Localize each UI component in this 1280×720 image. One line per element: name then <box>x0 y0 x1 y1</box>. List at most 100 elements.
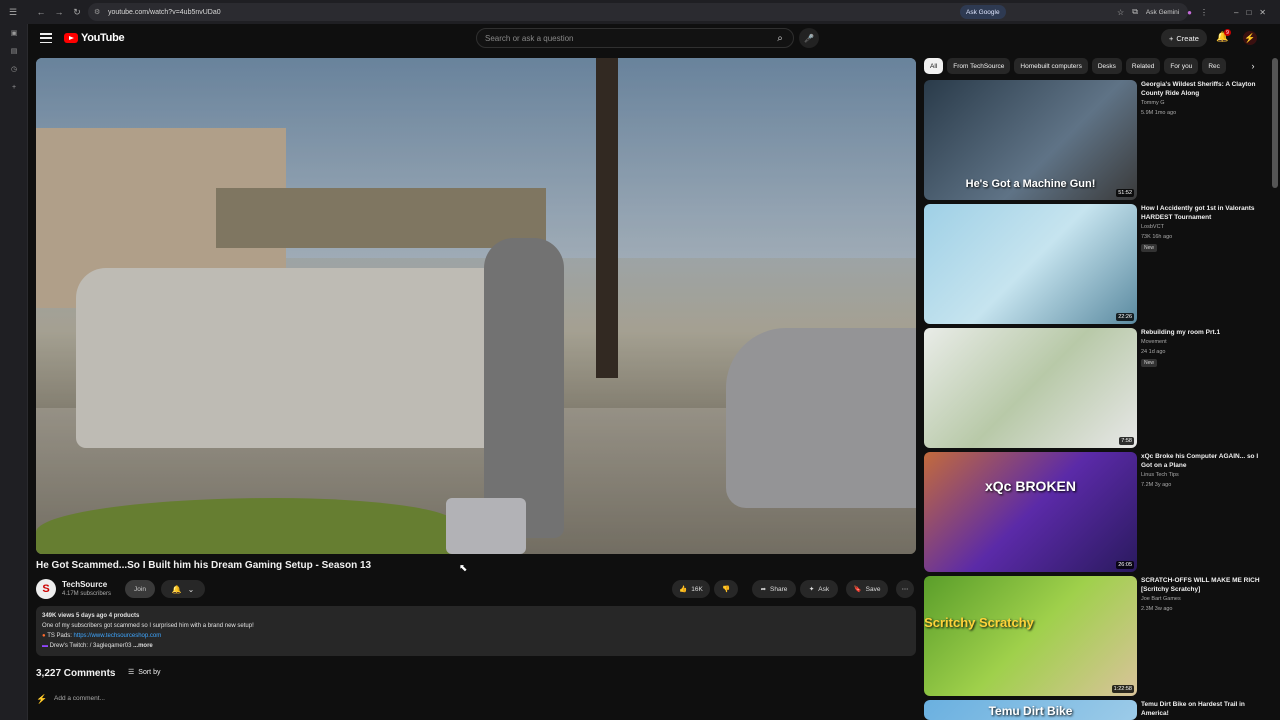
chevron-right-icon[interactable]: › <box>1246 58 1260 74</box>
recommendation-channel[interactable]: Movement <box>1141 339 1167 345</box>
ask-gemini-button[interactable]: Ask Gemini <box>1146 9 1179 16</box>
recommendation-channel[interactable]: LosbVCT <box>1141 224 1164 230</box>
channel-avatar[interactable]: S <box>36 579 56 599</box>
add-comment-input[interactable]: Add a comment... <box>54 695 105 702</box>
ask-label: Ask <box>818 585 830 593</box>
video-thumbnail[interactable]: xQc BROKEN 26:05 <box>924 452 1137 572</box>
sparkle-icon: ✦ <box>808 586 815 593</box>
thumbnail-text: He's Got a Machine Gun! <box>965 178 1096 190</box>
share-label: Share <box>770 585 788 593</box>
tab-icon[interactable]: ▣ <box>0 24 28 42</box>
forward-icon[interactable]: → <box>50 0 68 24</box>
video-thumbnail[interactable]: He's Got a Machine Gun! 51:52 <box>924 80 1137 200</box>
extensions-icon[interactable]: ⧉ <box>1132 7 1138 17</box>
account-avatar[interactable]: ⚡ <box>1243 31 1257 45</box>
close-window-icon[interactable]: ✕ <box>1259 8 1266 17</box>
recommendation-title[interactable]: Rebuilding my room Prt.1 <box>1141 328 1261 337</box>
recommendation-title[interactable]: How I Accidently got 1st in Valorants HA… <box>1141 204 1261 222</box>
join-button[interactable]: Join <box>125 580 155 598</box>
duration-badge: 51:52 <box>1116 189 1134 197</box>
back-icon[interactable]: ← <box>32 0 50 24</box>
recommendation-title[interactable]: Temu Dirt Bike on Hardest Trail in Ameri… <box>1141 700 1261 718</box>
scrollbar[interactable] <box>1272 58 1278 188</box>
youtube-page: YouTube Search or ask a question ⌕ 🎤 + C… <box>28 24 1280 720</box>
recommendation-item[interactable]: xQc BROKEN 26:05 xQc Broke his Computer … <box>924 452 1264 572</box>
profile-icon[interactable]: ● <box>1187 8 1192 17</box>
masthead: YouTube Search or ask a question ⌕ 🎤 + C… <box>28 24 1280 54</box>
site-info-icon[interactable]: ⚙ <box>94 8 104 16</box>
youtube-logo[interactable]: YouTube <box>64 32 125 44</box>
ask-button[interactable]: ✦ Ask <box>800 580 838 598</box>
search-icon[interactable]: ⌕ <box>766 28 794 48</box>
bell-icon: 🔔 <box>171 584 182 594</box>
address-bar[interactable]: ⚙ youtube.com/watch?v=4ub5nvUDa0 <box>88 3 1188 21</box>
browser-menu-icon[interactable]: ⋮ <box>1200 8 1208 17</box>
sort-label: Sort by <box>138 668 161 676</box>
thumbs-down-icon: 👎 <box>721 586 731 593</box>
twitch-text: Drew's Twitch: / 3agleqamer03 <box>49 643 132 649</box>
history-icon[interactable]: ◷ <box>0 60 28 78</box>
recommendation-channel[interactable]: Tommy G <box>1141 100 1165 106</box>
create-button[interactable]: + Create <box>1161 29 1207 47</box>
sidebar-toggle-icon[interactable]: ☰ <box>4 0 22 24</box>
subscribed-notification-button[interactable]: 🔔 ⌄ <box>161 580 205 598</box>
recommendation-item[interactable]: Temu Dirt Bike Temu Dirt Bike on Hardest… <box>924 700 1264 720</box>
recommendation-channel[interactable]: Linus Tech Tips <box>1141 472 1179 478</box>
description-line-3: ▬ Drew's Twitch: / 3agleqamer03 ...more <box>42 641 910 651</box>
recommendation-title[interactable]: xQc Broke his Computer AGAIN... so I Got… <box>1141 452 1261 470</box>
thumbnail-text: xQc BROKEN <box>984 478 1077 494</box>
recommendation-title[interactable]: Georgia's Wildest Sheriffs: A Clayton Co… <box>1141 80 1261 98</box>
chip-homebuilt-computers[interactable]: Homebuilt computers <box>1014 58 1088 74</box>
channel-name[interactable]: TechSource <box>62 580 107 589</box>
shop-link[interactable]: https://www.techsourceshop.com <box>74 633 162 639</box>
bookmark-icon[interactable]: ☆ <box>1117 8 1124 17</box>
show-more-link[interactable]: ...more <box>133 643 153 649</box>
bookmark-save-icon: 🔖 <box>853 586 862 593</box>
chip-related[interactable]: Related <box>1125 58 1161 74</box>
video-title: He Got Scammed...So I Built him his Drea… <box>36 560 372 571</box>
save-button[interactable]: 🔖 Save <box>846 580 888 598</box>
recommendation-chips: All From TechSource Homebuilt computers … <box>924 58 1254 74</box>
notification-badge: 9 <box>1224 29 1231 36</box>
channel-row: S TechSource 4.17M subscribers Join 🔔 ⌄ … <box>36 578 916 602</box>
minimize-icon[interactable]: – <box>1234 8 1238 17</box>
video-thumbnail[interactable]: 7:58 <box>924 328 1137 448</box>
dislike-button[interactable]: 👎 <box>714 580 738 598</box>
plus-icon: + <box>1169 33 1174 43</box>
search-input[interactable]: Search or ask a question <box>476 28 794 48</box>
chip-recent[interactable]: Rec <box>1202 58 1226 74</box>
like-button[interactable]: 👍 16K <box>672 580 710 598</box>
share-button[interactable]: ➦ Share <box>752 580 796 598</box>
browser-side-panel: ▣ ▤ ◷ + <box>0 24 28 720</box>
video-thumbnail[interactable]: 22:26 <box>924 204 1137 324</box>
recommendation-channel[interactable]: Joe Bart Games <box>1141 596 1181 602</box>
video-thumbnail[interactable]: Temu Dirt Bike <box>924 700 1137 720</box>
more-horizontal-icon: ⋯ <box>901 586 909 593</box>
mouse-cursor-icon: ⬉ <box>459 563 468 574</box>
recommendation-item[interactable]: He's Got a Machine Gun! 51:52 Georgia's … <box>924 80 1264 200</box>
maximize-icon[interactable]: □ <box>1246 8 1251 17</box>
recommendation-item[interactable]: 22:26 How I Accidently got 1st in Valora… <box>924 204 1264 324</box>
tab-icon[interactable]: ▤ <box>0 42 28 60</box>
recommendation-meta: 7.2M 3y ago <box>1141 482 1172 488</box>
duration-badge: 7:58 <box>1119 437 1134 445</box>
new-tab-icon[interactable]: + <box>0 78 28 96</box>
more-actions-button[interactable]: ⋯ <box>896 580 914 598</box>
chip-desks[interactable]: Desks <box>1091 58 1122 74</box>
sort-by-button[interactable]: ☰ Sort by <box>128 668 161 677</box>
thumbs-up-icon: 👍 <box>679 586 688 593</box>
duration-badge: 1:22:58 <box>1111 685 1134 693</box>
ask-google-button[interactable]: Ask Google <box>960 5 1006 19</box>
reload-icon[interactable]: ↻ <box>68 0 86 24</box>
recommendation-item[interactable]: Scritchy Scratchy 1:22:58 SCRATCH-OFFS W… <box>924 576 1264 696</box>
video-thumbnail[interactable]: Scritchy Scratchy 1:22:58 <box>924 576 1137 696</box>
video-player[interactable] <box>36 58 916 554</box>
chip-all[interactable]: All <box>924 58 944 74</box>
microphone-icon[interactable]: 🎤 <box>799 28 819 48</box>
recommendation-title[interactable]: SCRATCH-OFFS WILL MAKE ME RICH [Scritchy… <box>1141 576 1261 594</box>
recommendation-item[interactable]: 7:58 Rebuilding my room Prt.1 Movement 2… <box>924 328 1264 448</box>
description-box[interactable]: 349K views 5 days ago 4 products One of … <box>36 606 916 656</box>
chip-for-you[interactable]: For you <box>1164 58 1199 74</box>
hamburger-menu-icon[interactable] <box>40 33 52 43</box>
chip-from-channel[interactable]: From TechSource <box>947 58 1011 74</box>
